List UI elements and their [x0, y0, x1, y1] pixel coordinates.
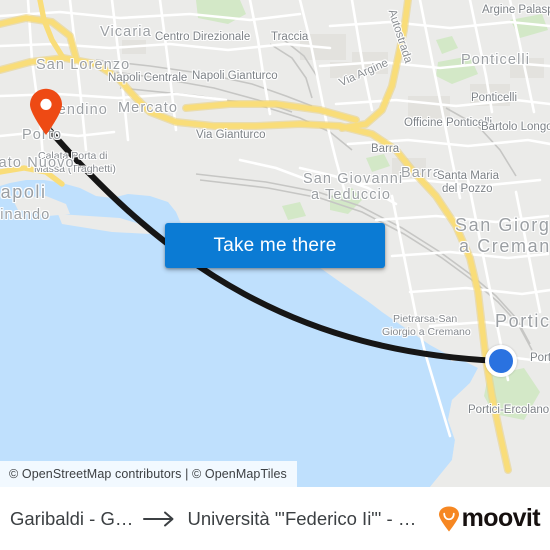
moovit-pin-icon	[438, 506, 460, 532]
take-me-there-label: Take me there	[213, 234, 337, 256]
moovit-wordmark: moovit	[461, 504, 541, 532]
arrow-right-icon	[143, 510, 177, 528]
route-origin-label: Garibaldi - Giant…	[10, 507, 133, 529]
route-destination-label: Università "'Federico Ii"' - Sede C…	[187, 507, 421, 529]
attribution-text: © OpenStreetMap contributors | © OpenMap…	[9, 467, 287, 481]
destination-marker-dot[interactable]	[485, 345, 517, 377]
map-attribution[interactable]: © OpenStreetMap contributors | © OpenMap…	[0, 461, 297, 487]
map-canvas[interactable]: Vicaria Centro Direzionale Traccia Argin…	[0, 0, 550, 487]
moovit-logo[interactable]: moovit	[438, 504, 541, 532]
take-me-there-button[interactable]: Take me there	[165, 223, 385, 268]
moovit-route-preview: Vicaria Centro Direzionale Traccia Argin…	[0, 0, 550, 550]
route-summary-bar: Garibaldi - Giant… Università "'Federico…	[0, 487, 550, 550]
